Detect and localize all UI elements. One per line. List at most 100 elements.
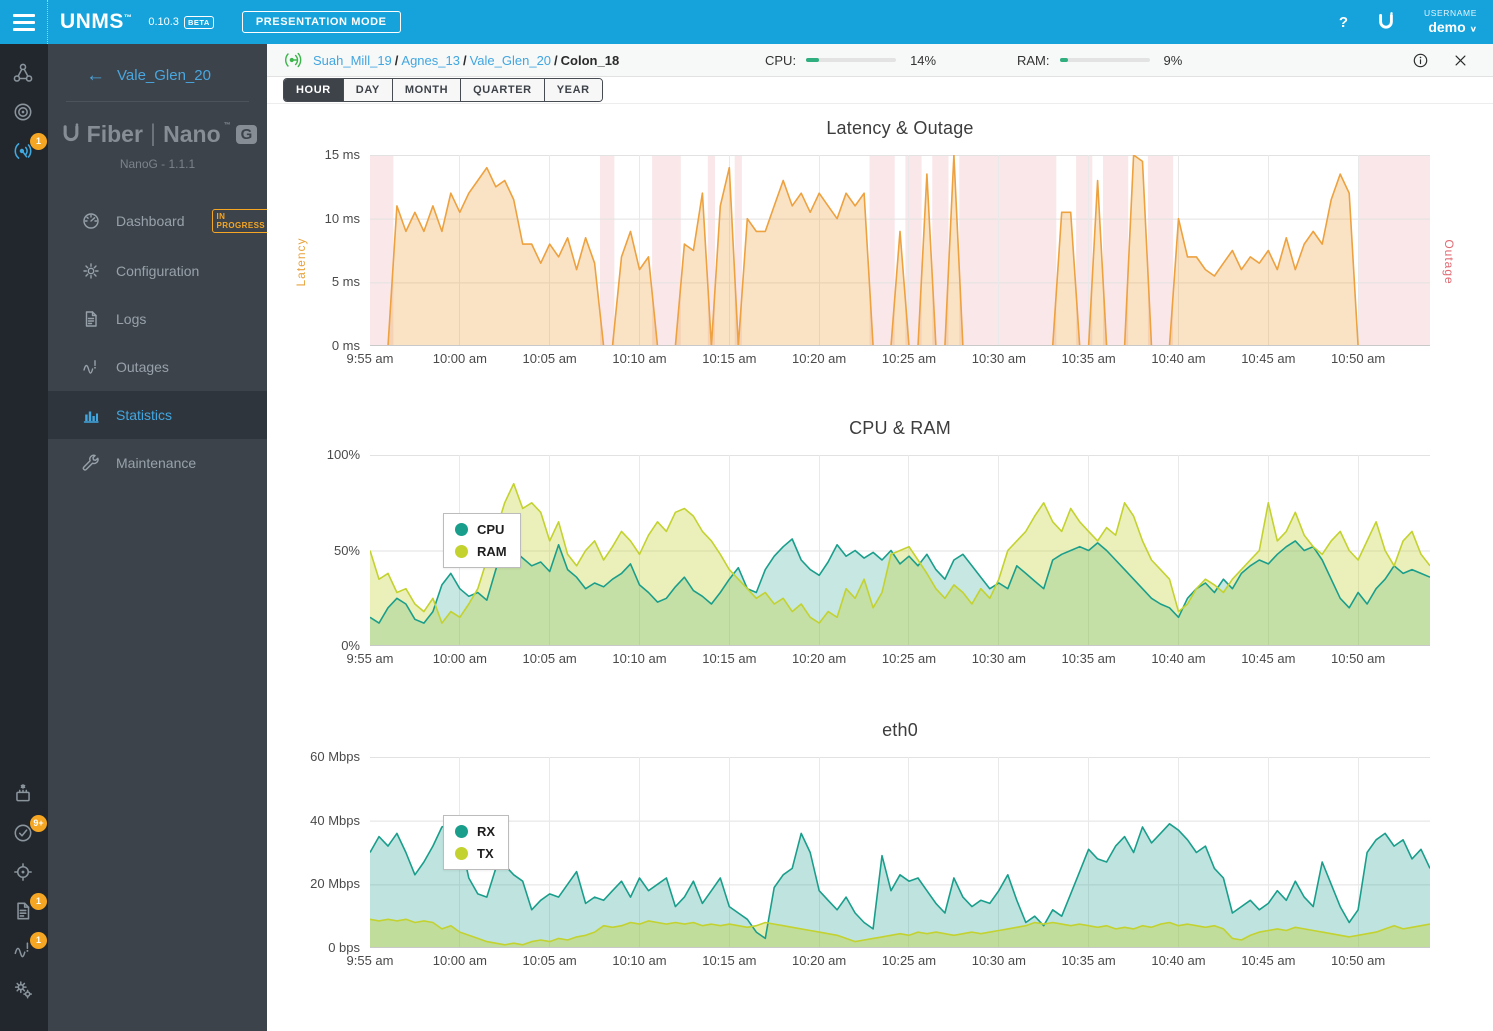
rail-settings-icon[interactable] (12, 978, 36, 1002)
sidebar-item-dashboard[interactable]: Dashboard IN PROGRESS (48, 195, 271, 247)
tab-hour[interactable]: HOUR (284, 79, 344, 101)
rail-logs-icon[interactable]: 1 (12, 893, 47, 924)
sidebar-item-configuration[interactable]: Configuration (48, 247, 267, 295)
rail-outages-icon[interactable]: 1 (12, 932, 47, 963)
y-tick-label: 60 Mbps (310, 749, 360, 764)
x-tick-label: 10:20 am (792, 351, 847, 366)
presentation-mode-button[interactable]: PRESENTATION MODE (241, 11, 401, 33)
help-icon[interactable]: ? (1339, 14, 1348, 31)
logo-trademark: ™ (223, 122, 231, 129)
x-tick-label: 10:25 am (881, 351, 937, 366)
x-tick-label: 10:35 am (1061, 651, 1116, 666)
statistics-panel: Suah_Mill_19/Agnes_13/Vale_Glen_20/Colon… (267, 44, 1493, 1031)
cpu-meter-label: CPU: (765, 52, 797, 68)
ubiquiti-logo-icon[interactable] (1374, 10, 1398, 34)
tab-day[interactable]: DAY (343, 79, 393, 101)
y-tick-label: 40 Mbps (310, 812, 360, 828)
sidebar-item-label: Dashboard (116, 213, 185, 229)
notification-badge: 9+ (30, 815, 47, 832)
back-to-site-link[interactable]: ← Vale_Glen_20 (48, 44, 267, 101)
tab-month[interactable]: MONTH (392, 79, 462, 101)
icon-rail-top: 1 (12, 62, 47, 179)
legend-item-rx[interactable]: RX (455, 824, 495, 839)
statistics-icon (81, 405, 101, 425)
y-tick-label: 10 ms (324, 210, 360, 226)
in-progress-badge: IN PROGRESS (211, 209, 271, 233)
x-tick-label: 10:45 am (1241, 651, 1296, 666)
chart-title: eth0 (882, 720, 918, 740)
legend-item-tx[interactable]: TX (455, 846, 495, 861)
chart-plot-area: 0% 50% 100% CPU RAM 9:55 am 10:00 am 10:05 am 10… (327, 447, 1430, 668)
x-tick-label: 10:30 am (971, 651, 1026, 666)
x-tick-label: 10:30 am (971, 351, 1026, 366)
device-sidebar: ← Vale_Glen_20 Fiber | Nano ™ G NanoG - 1.1.… (48, 44, 271, 1031)
breadcrumb-Colon_18: Colon_18 (560, 52, 620, 68)
ram-meter-value: 9% (1163, 52, 1183, 68)
x-tick-label: 10:30 am (971, 953, 1026, 968)
username-label: USERNAME (1424, 7, 1477, 18)
sidebar-menu: Dashboard IN PROGRESS Configuration Logs Out… (48, 195, 271, 487)
x-tick-label: 9:55 am (346, 651, 394, 666)
hamburger-menu-icon[interactable] (0, 0, 48, 44)
sidebar-item-statistics[interactable]: Statistics (48, 391, 267, 439)
x-tick-label: 10:10 am (612, 953, 667, 968)
breadcrumb-Suah_Mill_19[interactable]: Suah_Mill_19 (313, 53, 392, 68)
x-tick-label: 10:45 am (1241, 953, 1296, 968)
x-tick-label: 10:00 am (432, 351, 487, 366)
x-tick-label: 10:15 am (702, 351, 757, 366)
x-tick-label: 9:55 am (346, 351, 394, 366)
x-tick-label: 10:25 am (881, 651, 937, 666)
configuration-icon (81, 261, 101, 281)
device-brand-word: Fiber (86, 120, 143, 147)
maintenance-icon (81, 453, 101, 473)
top-bar: UNMS™ 0.10.3 BETA PRESENTATION MODE ? US… (0, 0, 1493, 44)
legend-dot (455, 523, 468, 536)
cpu-meter-fill (806, 58, 819, 62)
sidebar-item-maintenance[interactable]: Maintenance (48, 439, 267, 487)
x-tick-label: 10:40 am (1151, 953, 1206, 968)
breadcrumb: Suah_Mill_19/Agnes_13/Vale_Glen_20/Colon… (313, 53, 619, 68)
rail-firmware-icon[interactable] (12, 783, 36, 807)
breadcrumb-Vale_Glen_20[interactable]: Vale_Glen_20 (470, 53, 551, 68)
legend-item-cpu[interactable]: CPU (455, 522, 507, 537)
breadcrumb-separator: / (394, 52, 399, 68)
info-icon[interactable] (1412, 52, 1429, 69)
legend-item-ram[interactable]: RAM (455, 544, 507, 559)
rail-sites-icon[interactable] (12, 62, 36, 86)
time-range-tabs: HOUR DAY MONTH QUARTER YEAR (283, 78, 603, 102)
x-tick-label: 10:05 am (522, 953, 577, 968)
y-tick-label: 15 ms (324, 147, 360, 162)
username-value: demo ∨ (1428, 18, 1477, 35)
breadcrumb-separator: / (462, 52, 467, 68)
y-axis-label-outage: Outage (1442, 238, 1456, 285)
x-tick-label: 10:25 am (881, 953, 937, 968)
x-tick-label: 10:15 am (702, 651, 757, 666)
ram-meter-fill (1059, 58, 1068, 62)
time-range-tab-row: HOUR DAY MONTH QUARTER YEAR (267, 77, 1493, 104)
tab-year[interactable]: YEAR (544, 79, 602, 101)
rail-discovery-icon[interactable] (12, 861, 36, 885)
x-tick-label: 10:35 am (1061, 351, 1116, 366)
sidebar-item-outages[interactable]: Outages (48, 343, 267, 391)
rail-devices-icon[interactable]: 1 (12, 133, 47, 164)
x-tick-label: 9:55 am (346, 953, 394, 968)
chart-canvas (370, 455, 1430, 646)
sidebar-item-logs[interactable]: Logs (48, 295, 267, 343)
breadcrumb-separator: / (554, 52, 558, 68)
chart-canvas (370, 757, 1430, 948)
y-tick-label: 50% (333, 542, 360, 558)
chart-legend: RX TX (443, 815, 510, 870)
panel-header: Suah_Mill_19/Agnes_13/Vale_Glen_20/Colon… (267, 44, 1493, 77)
device-status-icon (283, 50, 303, 70)
x-tick-label: 10:00 am (432, 953, 487, 968)
x-tick-label: 10:40 am (1151, 351, 1206, 366)
rail-endpoints-icon[interactable] (12, 101, 36, 125)
close-icon[interactable] (1452, 52, 1469, 69)
logo-divider-bar: | (149, 120, 157, 147)
tab-quarter[interactable]: QUARTER (461, 79, 545, 101)
rail-tasks-icon[interactable]: 9+ (12, 815, 47, 846)
breadcrumb-Agnes_13[interactable]: Agnes_13 (401, 53, 460, 68)
user-menu[interactable]: USERNAME demo ∨ (1424, 8, 1477, 36)
x-tick-label: 10:50 am (1331, 351, 1386, 366)
y-axis-label-latency: Latency (294, 236, 308, 287)
